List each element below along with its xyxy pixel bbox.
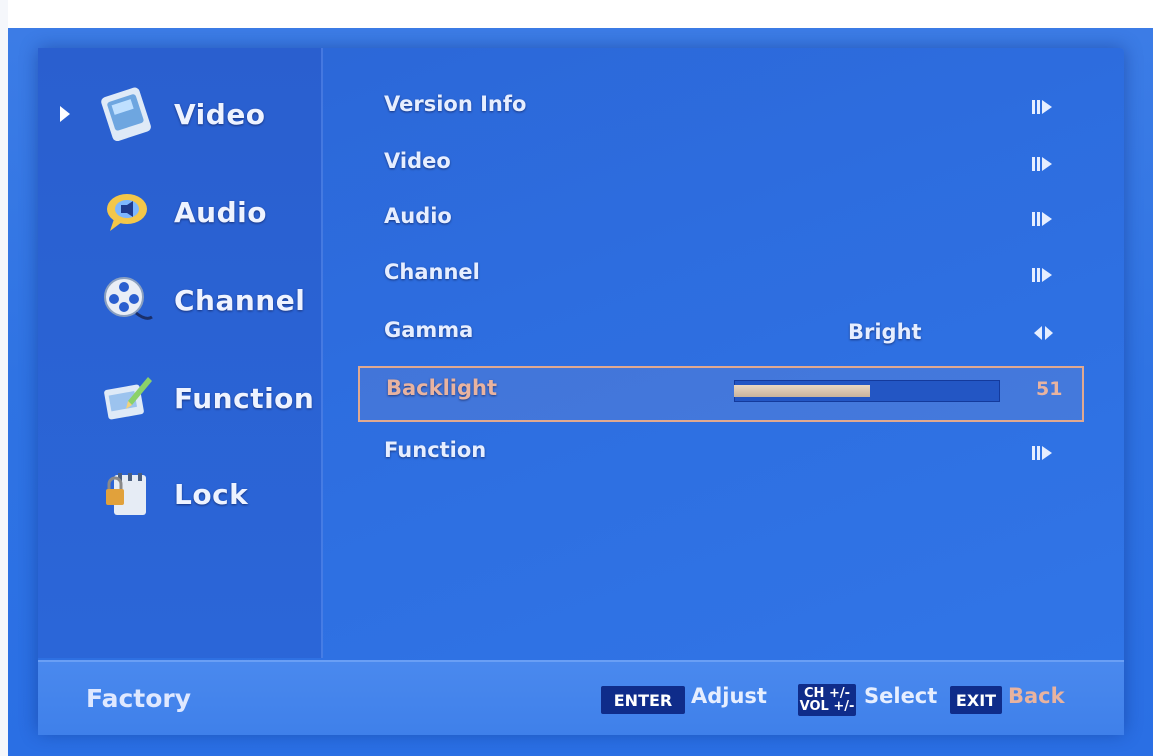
screen-bezel-top: [0, 0, 1153, 28]
adjust-label: Adjust: [691, 684, 767, 708]
category-sidebar: Video Audio Channel Function Lock: [38, 48, 323, 658]
menu-item-gamma[interactable]: Gamma Bright: [358, 310, 1084, 354]
enter-key-label: ENTER: [613, 690, 673, 710]
menu-item-version-info[interactable]: Version Info: [358, 84, 1084, 128]
menu-title: Factory: [86, 684, 192, 713]
ch-vol-key: CH +/- VOL +/-: [798, 684, 856, 716]
menu-item-label: Version Info: [384, 92, 527, 116]
submenu-arrow-icon: [1032, 268, 1052, 282]
menu-item-label: Channel: [384, 260, 480, 284]
menu-item-audio[interactable]: Audio: [358, 196, 1084, 240]
backlight-slider[interactable]: [734, 380, 1000, 402]
channel-icon: [104, 277, 153, 320]
menu-item-channel[interactable]: Channel: [358, 252, 1084, 296]
sidebar-item-label: Function: [174, 381, 315, 415]
backlight-slider-fill: [734, 385, 870, 397]
vol-key-label: VOL +/-: [799, 699, 855, 714]
enter-key: ENTER: [601, 686, 685, 714]
backlight-value: 51: [1036, 378, 1063, 400]
submenu-arrow-icon: [1032, 100, 1052, 114]
selection-arrow-icon: [60, 106, 70, 122]
menu-item-label: Video: [384, 149, 451, 173]
lock-icon: [106, 473, 146, 515]
sidebar-item-video[interactable]: Video: [38, 84, 321, 144]
sidebar-item-label: Video: [174, 97, 266, 131]
select-label: Select: [864, 684, 938, 708]
sidebar-item-channel[interactable]: Channel: [38, 270, 321, 330]
menu-item-label: Audio: [384, 204, 452, 228]
sidebar-item-function[interactable]: Function: [38, 368, 321, 428]
gamma-value: Bright: [848, 320, 922, 344]
sidebar-item-label: Lock: [174, 477, 249, 511]
exit-key: EXIT: [950, 686, 1002, 714]
osd-menu-panel: Video Audio Channel Function Lock Versio…: [38, 48, 1124, 735]
menu-item-backlight[interactable]: Backlight 51: [358, 366, 1084, 422]
menu-item-function[interactable]: Function: [358, 430, 1084, 474]
submenu-arrow-icon: [1032, 446, 1052, 460]
menu-item-label: Function: [384, 438, 487, 462]
function-icon: [104, 377, 152, 420]
menu-item-label: Backlight: [386, 376, 498, 400]
exit-key-label: EXIT: [955, 690, 997, 710]
footer-bar: Factory ENTER Adjust CH +/- VOL +/- Sele…: [38, 660, 1124, 735]
sidebar-item-label: Audio: [174, 195, 267, 229]
menu-item-label: Gamma: [384, 318, 474, 342]
submenu-arrow-icon: [1032, 157, 1052, 171]
left-right-arrows-icon: [1034, 326, 1053, 340]
sidebar-item-lock[interactable]: Lock: [38, 464, 321, 524]
sidebar-item-label: Channel: [174, 283, 306, 317]
audio-icon: [107, 194, 147, 231]
video-icon: [101, 87, 151, 141]
submenu-arrow-icon: [1032, 212, 1052, 226]
sidebar-item-audio[interactable]: Audio: [38, 182, 321, 242]
back-label: Back: [1008, 684, 1065, 708]
menu-item-video[interactable]: Video: [358, 141, 1084, 185]
screen-bezel-left: [0, 0, 8, 756]
